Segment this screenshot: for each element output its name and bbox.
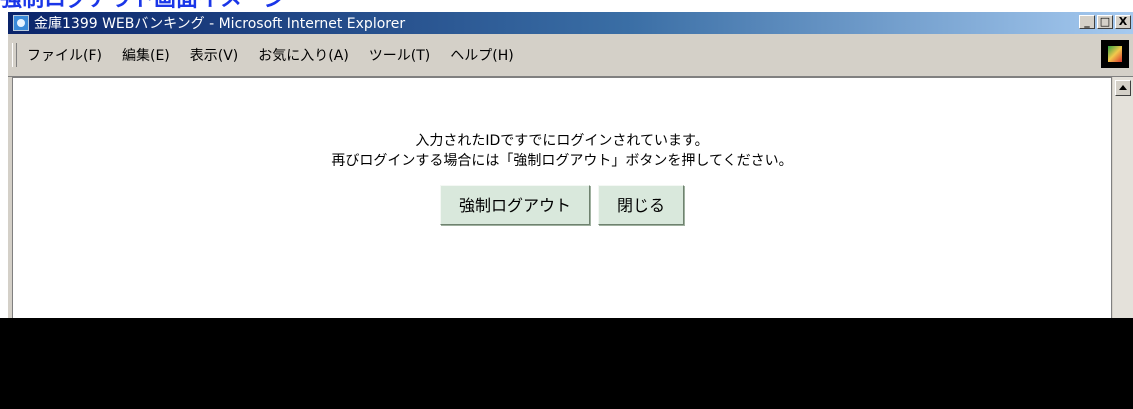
menu-help[interactable]: ヘルプ(H) xyxy=(450,45,513,65)
window-controls: _ □ X xyxy=(1079,15,1131,29)
toolbar-grip[interactable] xyxy=(12,43,17,67)
page-viewport: 入力されたIDですでにログインされています。 再びログインする場合には「強制ログ… xyxy=(12,77,1112,332)
ie-icon xyxy=(13,15,29,31)
force-logout-button[interactable]: 強制ログアウト xyxy=(440,185,590,225)
message-line-2: 再びログインする場合には「強制ログアウト」ボタンを押してください。 xyxy=(331,153,793,169)
menu-tools[interactable]: ツール(T) xyxy=(369,45,430,65)
message-line-1: 入力されたIDですでにログインされています。 xyxy=(415,133,709,149)
corrupted-image-region xyxy=(0,318,1133,409)
menu-bar: ファイル(F) 編集(E) 表示(V) お気に入り(A) ツール(T) ヘルプ(… xyxy=(8,34,1133,77)
close-window-button[interactable]: X xyxy=(1115,15,1131,29)
menu-file[interactable]: ファイル(F) xyxy=(27,45,102,65)
window-title: 金庫1399 WEBバンキング - Microsoft Internet Exp… xyxy=(34,16,406,32)
title-bar[interactable]: 金庫1399 WEBバンキング - Microsoft Internet Exp… xyxy=(8,12,1133,34)
windows-logo-icon xyxy=(1101,40,1129,68)
browser-window: 金庫1399 WEBバンキング - Microsoft Internet Exp… xyxy=(8,12,1133,332)
button-row: 強制ログアウト 閉じる xyxy=(13,185,1111,225)
close-button[interactable]: 閉じる xyxy=(598,185,684,225)
page-heading: 強制ログアウト画面イメージ xyxy=(0,0,286,11)
menu-view[interactable]: 表示(V) xyxy=(190,45,239,65)
scroll-up-arrow-icon[interactable] xyxy=(1115,80,1131,96)
vertical-scrollbar[interactable] xyxy=(1113,77,1133,332)
maximize-button[interactable]: □ xyxy=(1097,15,1113,29)
menu-edit[interactable]: 編集(E) xyxy=(122,45,170,65)
menu-favorites[interactable]: お気に入り(A) xyxy=(258,45,349,65)
minimize-button[interactable]: _ xyxy=(1079,15,1095,29)
